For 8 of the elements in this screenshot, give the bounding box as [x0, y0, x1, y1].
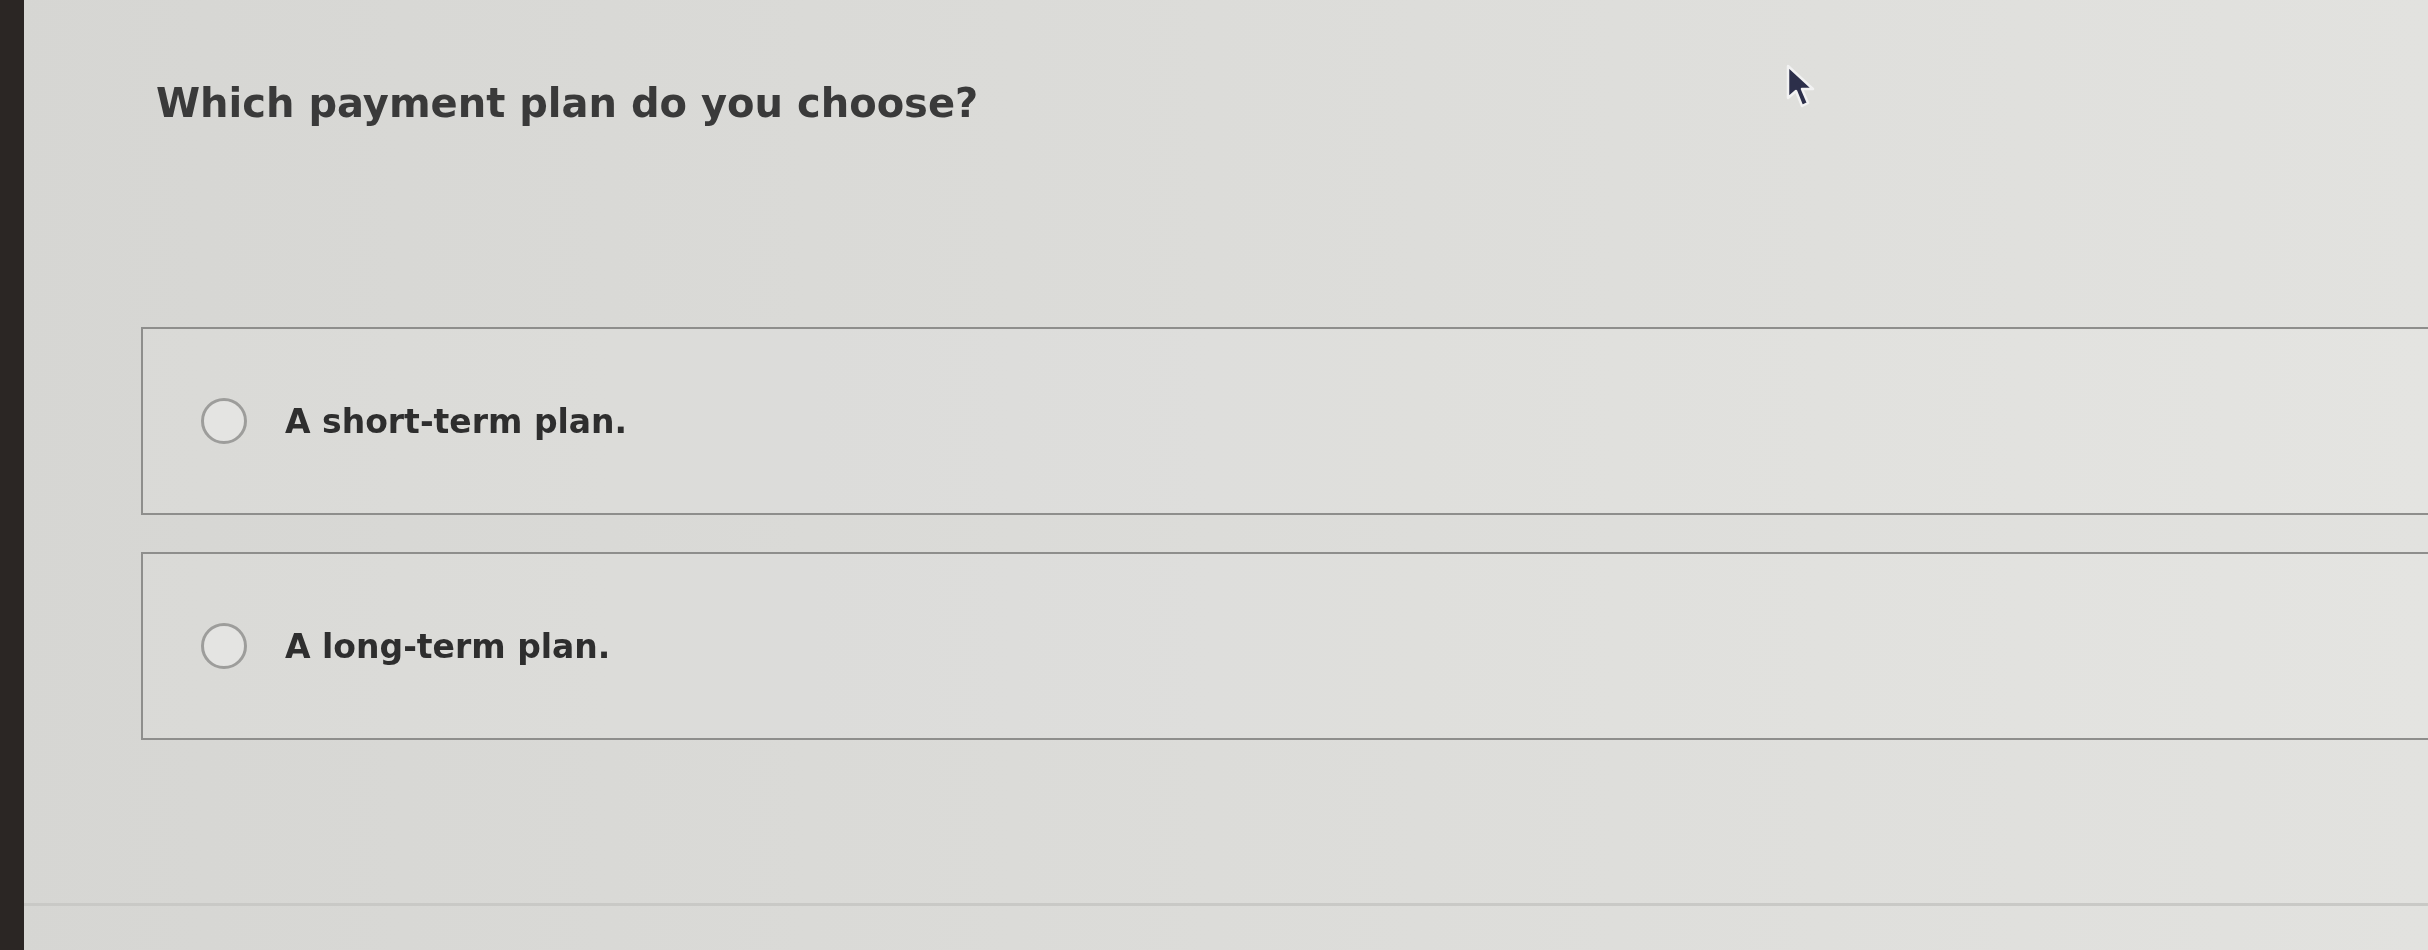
option-label: A long-term plan. — [285, 626, 611, 666]
answer-option[interactable]: A short-term plan. — [141, 327, 2428, 515]
radio-button[interactable] — [200, 397, 248, 445]
pointer-icon — [1786, 64, 1816, 110]
answer-option[interactable]: A long-term plan. — [141, 552, 2428, 740]
option-label: A short-term plan. — [285, 401, 628, 441]
radio-button[interactable] — [200, 622, 248, 670]
question-text: Which payment plan do you choose? — [156, 79, 979, 128]
